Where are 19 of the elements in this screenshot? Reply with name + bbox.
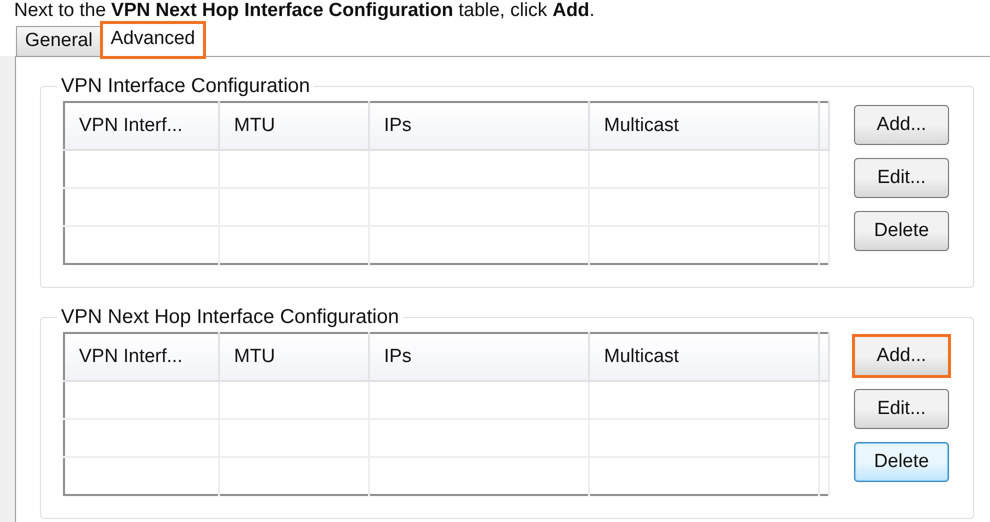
button[interactable]: Delete [854,211,949,251]
column-header[interactable]: IPs [369,102,589,150]
group-title: VPN Interface Configuration [60,75,312,97]
tab[interactable]: Advanced [102,23,204,57]
column-header[interactable]: MTU [219,333,369,381]
tab[interactable]: General [16,26,102,56]
column-header[interactable]: MTU [219,102,369,150]
button[interactable]: Edit... [854,389,949,429]
column-header[interactable]: VPN Interf... [64,333,219,381]
column-header[interactable]: Multicast [589,333,819,381]
button[interactable]: Add... [854,336,949,376]
button[interactable]: Add... [854,105,949,145]
column-header[interactable]: Multicast [589,102,819,150]
button[interactable]: Edit... [854,158,949,198]
column-header[interactable]: IPs [369,333,589,381]
instruction-text: Next to the VPN Next Hop Interface Configuration table, click Add. [0,0,990,22]
button[interactable]: Delete [854,442,949,482]
group-title: VPN Next Hop Interface Configuration [60,306,400,328]
column-header[interactable]: VPN Interf... [64,102,219,150]
